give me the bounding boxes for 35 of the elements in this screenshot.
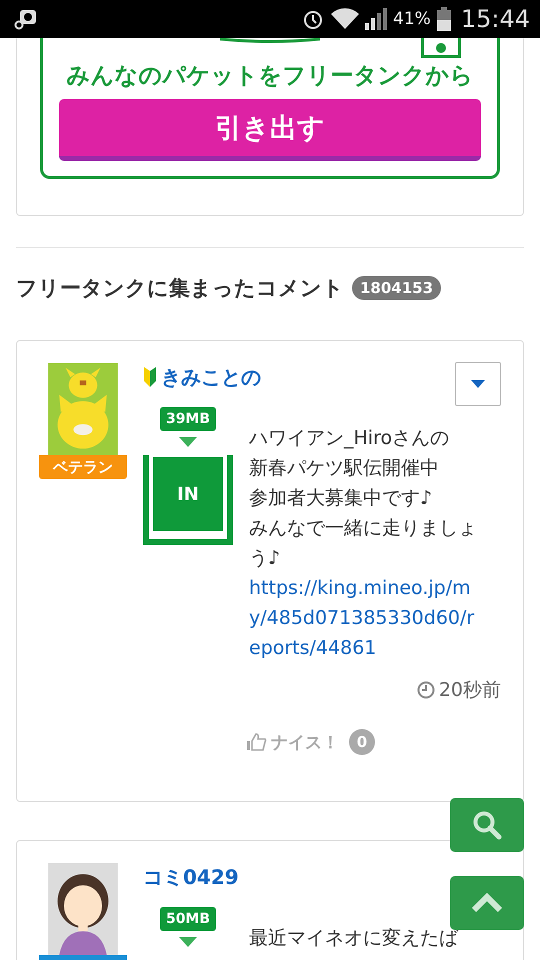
- user-name-link[interactable]: きみことの: [161, 364, 261, 390]
- section-title: フリータンクに集まったコメント: [16, 275, 344, 302]
- tank-caption: みんなのパケットをフリータンクから: [66, 62, 474, 91]
- phone-icon: [421, 38, 461, 58]
- scroll-top-button[interactable]: [450, 876, 524, 930]
- battery-percent: 41%: [393, 9, 431, 29]
- nice-count: 0: [349, 729, 375, 755]
- comment-text: ハワイアン_Hiroさんの: [249, 426, 450, 451]
- thumbs-up-icon: [247, 733, 267, 751]
- chevron-up-icon: [471, 893, 503, 913]
- rank-label: ベテラン: [39, 455, 127, 479]
- withdraw-button[interactable]: 引き出す: [59, 99, 481, 161]
- caret-icon: [471, 380, 485, 388]
- battery-icon: [436, 7, 451, 31]
- down-arrow-icon: [179, 937, 197, 947]
- signal-icon: [365, 8, 388, 30]
- clock-icon: [416, 681, 435, 699]
- packet-amount: 50MB: [160, 907, 216, 931]
- clock: 15:44: [460, 5, 530, 33]
- user-name-link[interactable]: コミ0429: [143, 864, 239, 890]
- dropdown-button[interactable]: [455, 362, 501, 406]
- comment-count: 1804153: [352, 276, 442, 300]
- notification-icon: [14, 8, 38, 30]
- search-button[interactable]: [450, 798, 524, 852]
- down-arrow-icon: [179, 437, 197, 447]
- search-icon: [472, 810, 502, 840]
- comment-link[interactable]: https://king.mineo.jp/my/485d071385330d60/reports/44861: [249, 573, 483, 663]
- post-time: 20秒前: [438, 678, 501, 703]
- direction-label: IN: [153, 457, 223, 531]
- comment-text: みんなで一緒に走りましょう♪: [249, 516, 478, 571]
- wifi-icon: [331, 8, 360, 30]
- comment-text: 新春パケツ駅伝開催中: [249, 456, 440, 481]
- packet-amount: 39MB: [160, 407, 216, 431]
- comment-text: 最近マイネオに変えたば: [249, 926, 460, 951]
- comment-text: 参加者大募集中です♪: [249, 486, 434, 511]
